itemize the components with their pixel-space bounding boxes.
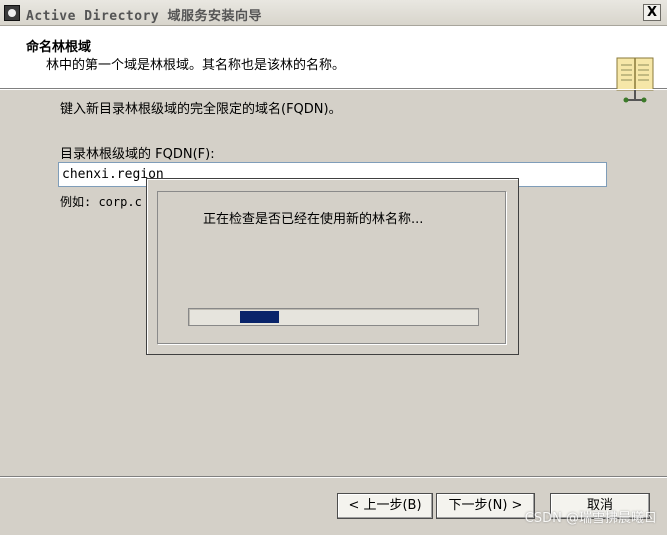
app-icon xyxy=(4,5,20,21)
page-subtitle: 林中的第一个域是林根域。其名称也是该林的名称。 xyxy=(46,58,346,73)
dialog-message: 正在检查是否已经在使用新的林名称... xyxy=(203,212,424,227)
window-title: Active Directory 域服务安装向导 xyxy=(26,9,263,24)
fqdn-example: 例如: corp.c xyxy=(60,195,142,209)
close-button[interactable]: X xyxy=(643,4,661,21)
footer-divider xyxy=(0,476,667,478)
fqdn-label: 目录林根级域的 FQDN(F): xyxy=(60,147,215,162)
page-title: 命名林根域 xyxy=(26,40,92,55)
book-icon xyxy=(616,57,654,103)
title-bar: Active Directory 域服务安装向导 X xyxy=(0,0,667,26)
wizard-header: 命名林根域 林中的第一个域是林根域。其名称也是该林的名称。 xyxy=(0,26,667,103)
header-divider xyxy=(0,89,667,90)
fqdn-prompt: 键入新目录林根级域的完全限定的域名(FQDN)。 xyxy=(60,102,342,117)
watermark: CSDN @瑞雪拂晨曦ㄖ xyxy=(524,511,657,526)
progress-bar xyxy=(188,308,479,326)
progress-fill xyxy=(240,311,279,323)
checking-dialog: 正在检查是否已经在使用新的林名称... xyxy=(146,178,519,355)
next-button[interactable]: 下一步(N) > xyxy=(436,493,535,519)
dialog-frame: 正在检查是否已经在使用新的林名称... xyxy=(157,191,506,344)
back-button[interactable]: < 上一步(B) xyxy=(337,493,433,519)
